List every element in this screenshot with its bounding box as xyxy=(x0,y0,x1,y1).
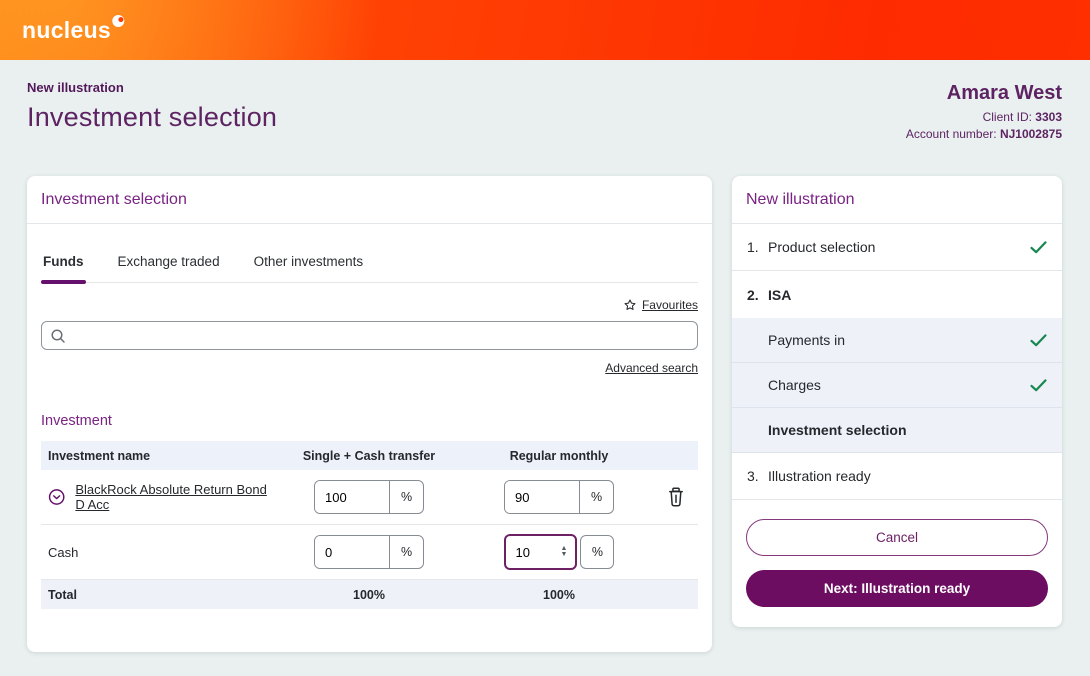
total-label: Total xyxy=(48,587,77,602)
tab-exchange-traded[interactable]: Exchange traded xyxy=(116,246,222,282)
account-number-line: Account number: NJ1002875 xyxy=(906,126,1062,143)
advanced-search-link[interactable]: Advanced search xyxy=(605,361,698,375)
focused-number-input-box: ▲▼ xyxy=(503,534,578,570)
panel-title: Investment selection xyxy=(27,176,712,224)
regular-allocation-input-focused[interactable] xyxy=(505,544,558,560)
fund-name-cell: Cash xyxy=(41,545,274,560)
breadcrumb: New illustration xyxy=(27,80,124,95)
single-allocation-group: % xyxy=(314,535,424,569)
check-icon xyxy=(1030,378,1047,391)
substep-label: Charges xyxy=(768,377,821,393)
step-number: 3. xyxy=(747,468,759,484)
percent-suffix: % xyxy=(389,536,423,568)
step-label: Product selection xyxy=(768,239,876,255)
substep-charges[interactable]: Charges xyxy=(732,363,1062,408)
percent-suffix: % xyxy=(580,535,615,569)
new-illustration-steps-panel: New illustration 1. Product selection 2. I… xyxy=(732,176,1062,627)
check-icon xyxy=(1030,333,1047,346)
chevron-down-circle-icon[interactable] xyxy=(48,487,65,507)
substep-investment-selection: Investment selection xyxy=(732,408,1062,453)
total-row: Total 100% 100% xyxy=(41,580,698,609)
fund-name-link[interactable]: BlackRock Absolute Return Bond D Acc xyxy=(75,482,274,512)
regular-allocation-input[interactable] xyxy=(505,481,579,513)
account-number-label: Account number: xyxy=(905,127,997,141)
step-product-selection[interactable]: 1. Product selection xyxy=(732,224,1062,271)
advanced-search-row: Advanced search xyxy=(27,350,712,375)
column-header-single: Single + Cash transfer xyxy=(302,448,436,463)
client-id-value: 3303 xyxy=(1035,110,1062,124)
investment-selection-panel: Investment selection Funds Exchange trad… xyxy=(27,176,712,652)
page-title: Investment selection xyxy=(27,102,278,132)
next-illustration-ready-button[interactable]: Next: Illustration ready xyxy=(746,570,1048,607)
star-icon xyxy=(624,299,636,310)
nucleus-logo[interactable]: nucleus xyxy=(22,15,126,43)
page-title-block: New illustration Investment selection xyxy=(27,80,277,133)
cancel-button[interactable]: Cancel xyxy=(746,519,1048,556)
step-number: 1. xyxy=(747,239,759,255)
substep-label: Payments in xyxy=(768,332,846,348)
substep-label: Investment selection xyxy=(768,422,907,438)
check-icon xyxy=(1030,240,1047,253)
table-row: Cash % ▲▼ % xyxy=(41,525,698,580)
stepper-down-icon[interactable]: ▼ xyxy=(561,551,568,558)
step-label: Illustration ready xyxy=(768,468,871,484)
client-id-line: Client ID: 3303 xyxy=(906,109,1062,126)
step-number: 2. xyxy=(747,286,759,303)
single-allocation-input[interactable] xyxy=(315,536,389,568)
top-bar: nucleus xyxy=(0,0,1090,60)
table-header-row: Investment name Single + Cash transfer R… xyxy=(41,441,698,470)
column-header-regular: Regular monthly xyxy=(509,448,609,463)
fund-search-box xyxy=(41,321,698,350)
client-info: Amara West Client ID: 3303 Account numbe… xyxy=(906,80,1062,143)
steps-actions: Cancel Next: Illustration ready xyxy=(732,500,1062,627)
delete-row-button[interactable] xyxy=(667,487,685,507)
search-icon xyxy=(51,328,65,343)
column-header-investment-name: Investment name xyxy=(48,448,151,463)
substep-payments-in[interactable]: Payments in xyxy=(732,318,1062,363)
fund-name-cell: BlackRock Absolute Return Bond D Acc xyxy=(41,482,274,512)
client-name: Amara West xyxy=(946,82,1062,104)
account-number-value: NJ1002875 xyxy=(999,127,1062,141)
regular-allocation-group-focused: ▲▼ % xyxy=(503,534,615,570)
trash-icon xyxy=(669,487,683,507)
fund-search-input[interactable] xyxy=(72,328,689,343)
single-allocation-cell: % xyxy=(274,535,464,569)
percent-suffix: % xyxy=(389,481,423,513)
nucleus-logo-icon xyxy=(112,15,125,27)
cash-label: Cash xyxy=(48,544,79,560)
total-single-value: 100% xyxy=(353,587,385,602)
favourites-row: Favourites xyxy=(27,283,712,321)
nucleus-logo-text: nucleus xyxy=(22,17,112,43)
tab-other-investments[interactable]: Other investments xyxy=(252,246,366,282)
step-label: ISA xyxy=(768,286,792,303)
total-regular-value: 100% xyxy=(543,587,575,602)
investment-table: Investment name Single + Cash transfer R… xyxy=(41,441,698,609)
client-id-label: Client ID: xyxy=(982,110,1032,124)
investment-section-title: Investment xyxy=(41,413,112,429)
favourites-link[interactable]: Favourites xyxy=(642,298,698,312)
steps-panel-title: New illustration xyxy=(732,176,1062,224)
percent-suffix: % xyxy=(579,481,613,513)
step-illustration-ready: 3. Illustration ready xyxy=(732,453,1062,500)
number-stepper[interactable]: ▲ ▼ xyxy=(558,545,571,558)
tab-funds[interactable]: Funds xyxy=(41,246,86,284)
page-header: New illustration Investment selection Am… xyxy=(0,60,1090,143)
tab-bar: Funds Exchange traded Other investments xyxy=(41,246,698,284)
regular-allocation-group: % xyxy=(504,480,614,514)
single-allocation-input[interactable] xyxy=(315,481,389,513)
single-allocation-group: % xyxy=(314,480,424,514)
step-isa: 2. ISA xyxy=(732,271,1062,318)
row-actions-cell xyxy=(654,487,698,507)
table-row: BlackRock Absolute Return Bond D Acc % % xyxy=(41,470,698,525)
single-allocation-cell: % xyxy=(274,480,464,514)
regular-allocation-cell: ▲▼ % xyxy=(464,534,654,570)
main-content: Investment selection Funds Exchange trad… xyxy=(0,143,1090,652)
regular-allocation-cell: % xyxy=(464,480,654,514)
